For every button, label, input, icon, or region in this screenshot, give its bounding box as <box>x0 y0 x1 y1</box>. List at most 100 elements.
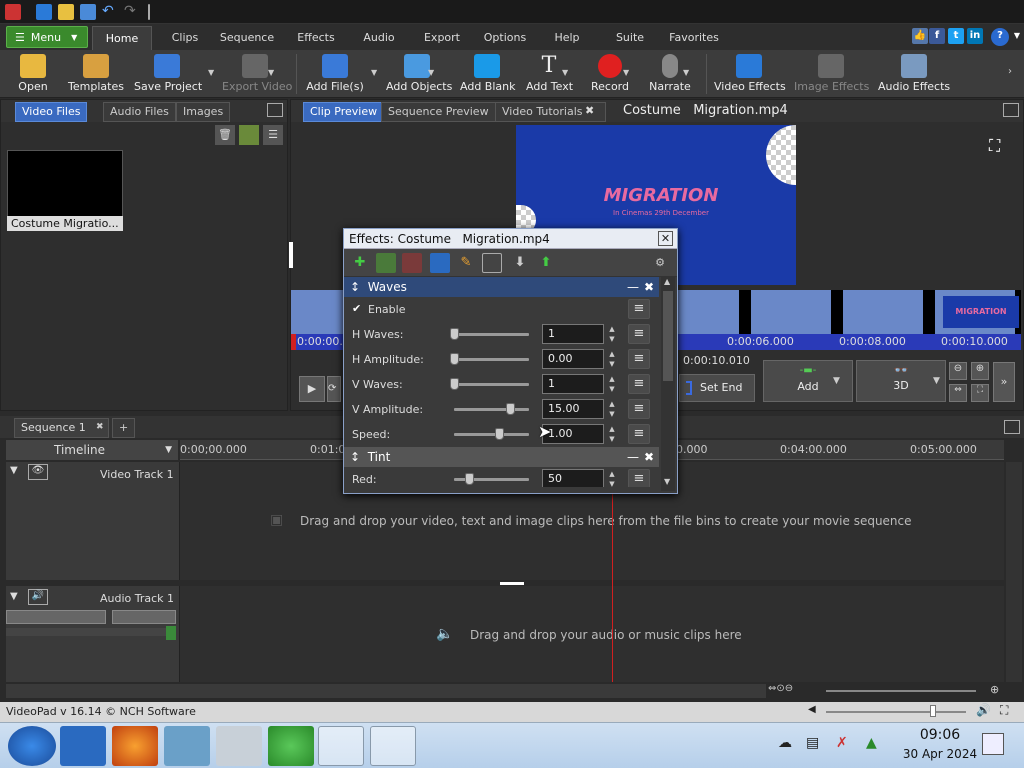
pencil-icon[interactable]: ✎ <box>456 253 476 273</box>
dialog-scrollbar[interactable]: ▲ ▼ <box>661 277 675 491</box>
menu-icon[interactable]: ≡ <box>628 299 650 319</box>
waves-param-value[interactable]: 15.00 <box>542 399 604 419</box>
waves-param-slider[interactable] <box>450 353 529 365</box>
spin-buttons[interactable]: ▲ ▼ <box>606 324 618 344</box>
close-icon[interactable]: ✖ <box>585 104 594 117</box>
chevron-down-icon[interactable]: ▼ <box>833 376 840 386</box>
chevron-down-icon[interactable]: ▼ <box>208 68 214 77</box>
slider-knob[interactable] <box>465 473 474 485</box>
zoom-in-icon[interactable]: ⊕ <box>971 362 989 380</box>
start-button[interactable] <box>8 726 56 766</box>
file-explorer-icon[interactable] <box>60 726 106 766</box>
spin-buttons[interactable]: ▲ ▼ <box>606 469 618 487</box>
fullscreen-icon[interactable]: ⛶ <box>1000 703 1008 718</box>
waves-param-slider[interactable] <box>450 328 529 340</box>
tab-sequence[interactable]: Sequence <box>218 26 276 50</box>
waves-param-value[interactable]: 1 <box>542 324 604 344</box>
list-view-icon[interactable]: ☰ <box>263 125 283 145</box>
tab-effects[interactable]: Effects <box>290 26 342 50</box>
close-icon[interactable]: ✖ <box>644 277 654 297</box>
slider-knob[interactable] <box>506 403 516 415</box>
add-blank-button[interactable]: Add Blank <box>460 54 515 96</box>
waves-param-slider[interactable] <box>450 378 529 390</box>
chevron-down-icon[interactable]: ▼ <box>683 68 689 77</box>
linkedin-icon[interactable]: in <box>967 28 983 44</box>
redo-icon[interactable]: ↷ <box>124 4 140 20</box>
undo-icon[interactable]: ↶ <box>102 4 118 20</box>
menu-icon[interactable]: ≡ <box>628 399 650 419</box>
tab-audio[interactable]: Audio <box>356 26 402 50</box>
add-effect-icon[interactable]: ✚ <box>350 253 370 273</box>
loop-button[interactable]: ⟳ <box>327 376 341 402</box>
new-project-icon[interactable] <box>36 4 52 20</box>
twitter-icon[interactable]: t <box>948 28 964 44</box>
tab-export[interactable]: Export <box>418 26 466 50</box>
chevron-down-icon[interactable]: ▼ <box>933 376 940 386</box>
audio-track-lane[interactable]: 🔈 Drag and drop your audio or music clip… <box>180 586 1004 682</box>
menu-button[interactable]: ☰ Menu ▼ <box>6 26 88 48</box>
spin-buttons[interactable]: ▲ ▼ <box>606 374 618 394</box>
slider-knob[interactable] <box>450 353 459 365</box>
clip-label[interactable]: Costume Migratio... <box>7 216 123 231</box>
save-icon[interactable] <box>80 4 96 20</box>
facebook-icon[interactable]: f <box>929 28 945 44</box>
wine-app-icon[interactable] <box>370 726 416 766</box>
collapse-icon[interactable]: ▼ <box>10 591 18 602</box>
tint-effect-header[interactable]: ↕ Tint — ✖ <box>344 447 659 467</box>
tab-audio-files[interactable]: Audio Files <box>103 102 176 122</box>
control-panel-icon[interactable] <box>164 726 210 766</box>
scroll-down-icon[interactable]: ▼ <box>664 477 670 486</box>
effects-dialog-titlebar[interactable]: Effects: Costume Migration.mp4 ✕ <box>344 229 677 249</box>
slider-knob[interactable] <box>450 378 459 390</box>
horizontal-scrollbar[interactable] <box>6 684 766 698</box>
master-volume-slider[interactable] <box>826 711 966 713</box>
timeline-dropdown[interactable]: Timeline ▼ <box>6 440 178 460</box>
chevron-down-icon[interactable]: ▼ <box>562 68 568 77</box>
speaker-icon[interactable]: 🔊 <box>976 703 991 717</box>
action-center-icon[interactable] <box>982 733 1004 755</box>
clock-time[interactable]: 09:06 <box>900 727 980 743</box>
splitter-handle[interactable] <box>289 242 293 268</box>
export-video-button[interactable]: Export Video <box>222 54 292 96</box>
menu-icon[interactable]: ≡ <box>628 374 650 394</box>
volume-slider[interactable] <box>6 610 106 624</box>
chevron-down-icon[interactable]: ▼ <box>1009 28 1024 44</box>
tab-video-files[interactable]: Video Files <box>15 102 88 122</box>
pan-slider[interactable] <box>112 610 176 624</box>
volume-knob[interactable] <box>930 705 936 717</box>
play-button[interactable]: ▶ <box>299 376 325 402</box>
menu-icon[interactable]: ≡ <box>628 324 650 344</box>
scroll-up-icon[interactable]: ▲ <box>664 277 670 286</box>
playhead-marker[interactable] <box>291 334 296 350</box>
close-icon[interactable]: ✖ <box>96 422 104 432</box>
menu-icon[interactable]: ≡ <box>628 469 650 487</box>
network-muted-icon[interactable]: ✗ <box>836 735 848 751</box>
minimize-icon[interactable]: — <box>627 447 639 467</box>
move-up-icon[interactable]: ⬆ <box>536 253 556 273</box>
videopad-task-icon[interactable] <box>318 726 364 766</box>
more-controls-icon[interactable]: » <box>993 362 1015 402</box>
tab-clips[interactable]: Clips <box>163 26 207 50</box>
timeline-playhead[interactable] <box>612 462 613 682</box>
audio-effects-button[interactable]: Audio Effects <box>878 54 950 96</box>
chevron-down-icon[interactable]: ▼ <box>371 68 377 77</box>
undock-icon[interactable] <box>1004 420 1020 434</box>
fullscreen-icon[interactable]: ⛶ <box>989 136 1000 156</box>
vertical-scrollbar[interactable] <box>1006 462 1022 682</box>
tab-favorites[interactable]: Favorites <box>664 26 724 50</box>
spin-buttons[interactable]: ▲ ▼ <box>606 424 618 444</box>
scroll-thumb[interactable] <box>663 291 673 381</box>
tab-suite[interactable]: Suite <box>608 26 652 50</box>
cloud-app-icon[interactable] <box>268 726 314 766</box>
speaker-icon[interactable]: 🔊 <box>28 589 48 605</box>
fit-icon[interactable]: ⛶ <box>971 384 989 402</box>
remove-effect-icon[interactable] <box>402 253 422 273</box>
spin-buttons[interactable]: ▲ ▼ <box>606 349 618 369</box>
zoom-slider[interactable] <box>826 690 976 692</box>
video-effects-button[interactable]: Video Effects <box>714 54 786 96</box>
image-effects-button[interactable]: Image Effects <box>794 54 869 96</box>
add-files-button[interactable]: Add File(s) <box>306 54 364 96</box>
menu-icon[interactable]: ≡ <box>628 349 650 369</box>
waves-param-slider[interactable] <box>454 403 529 415</box>
fit-width-icon[interactable]: ⇔ <box>949 384 967 402</box>
